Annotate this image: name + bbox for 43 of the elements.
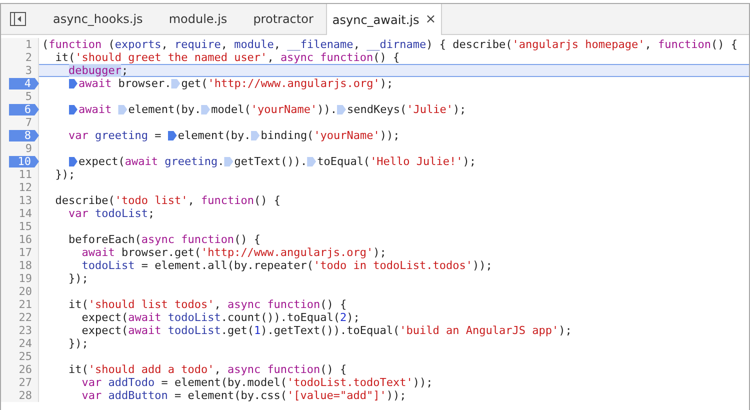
code-text: beforeEach(async function() { xyxy=(67,233,261,246)
inline-breakpoint-icon[interactable] xyxy=(68,78,78,88)
code-text: var greeting = xyxy=(67,129,162,142)
inline-breakpoint-icon[interactable] xyxy=(68,156,78,166)
code-text: model('yourName')). xyxy=(211,103,337,116)
file-tab[interactable]: async_await.js × xyxy=(326,4,442,35)
file-tab[interactable]: async_hooks.js xyxy=(40,4,156,34)
code-text: (function (exports, require, module, __filename, __dirname) { describe('angularjs homepage', function() { xyxy=(42,38,738,51)
breakpoint-line-number[interactable]: 6 xyxy=(9,104,39,116)
inline-breakpoint-icon[interactable] xyxy=(68,104,78,114)
file-tab[interactable]: protractor xyxy=(240,4,326,34)
code-text: it('should add a todo', async function() { xyxy=(67,363,347,376)
file-tab[interactable]: module.js xyxy=(156,4,240,34)
code-text: var addButton = element(by.css('[value="add"]')); xyxy=(80,389,406,402)
code-text: var addTodo = element(by.model('todoList.todoText')); xyxy=(80,376,433,389)
code-text: debugger; xyxy=(68,64,128,77)
code-text: }); xyxy=(67,337,88,350)
code-text: toEqual('Hello Julie!'); xyxy=(317,155,476,168)
code-text: }); xyxy=(67,272,88,285)
inline-breakpoint-icon[interactable] xyxy=(168,130,177,140)
code-text: binding('yourName')); xyxy=(260,129,400,142)
code-text: await browser. xyxy=(78,77,172,90)
code-text: await xyxy=(78,103,113,116)
breakpoint-line-number[interactable]: 10 xyxy=(9,156,39,168)
code-text: var todoList; xyxy=(67,207,155,220)
breakpoint-line-number[interactable]: 4 xyxy=(9,78,39,90)
code-text: }); xyxy=(54,168,76,181)
code-text: it('should list todos', async function() { xyxy=(67,298,347,311)
code-text: expect(await greeting. xyxy=(78,155,224,168)
code-text: it('should greet the named user', async function() { xyxy=(54,51,400,64)
code-text: element(by. xyxy=(128,103,202,116)
code-text: sendKeys('Julie'); xyxy=(346,103,466,116)
breakpoint-line-number[interactable]: 8 xyxy=(9,130,39,142)
code-text: await browser.get('http://www.angularjs.org'); xyxy=(80,246,386,259)
code-text: getText()). xyxy=(234,155,308,168)
code-text: todoList = element.all(by.repeater('todo in todoList.todos')); xyxy=(80,259,492,272)
code-text: describe('todo list', function() { xyxy=(54,194,280,207)
close-icon[interactable]: × xyxy=(425,12,436,27)
code-text: expect(await todoList.count()).toEqual(2); xyxy=(80,311,360,324)
code-text: expect(await todoList.get(1).getText()).toEqual('build an AngularJS app'); xyxy=(80,324,572,337)
code-text: element(by. xyxy=(178,129,251,142)
code-text: get('http://www.angularjs.org'); xyxy=(181,77,394,90)
sidebar-toggle-icon[interactable] xyxy=(10,12,26,26)
